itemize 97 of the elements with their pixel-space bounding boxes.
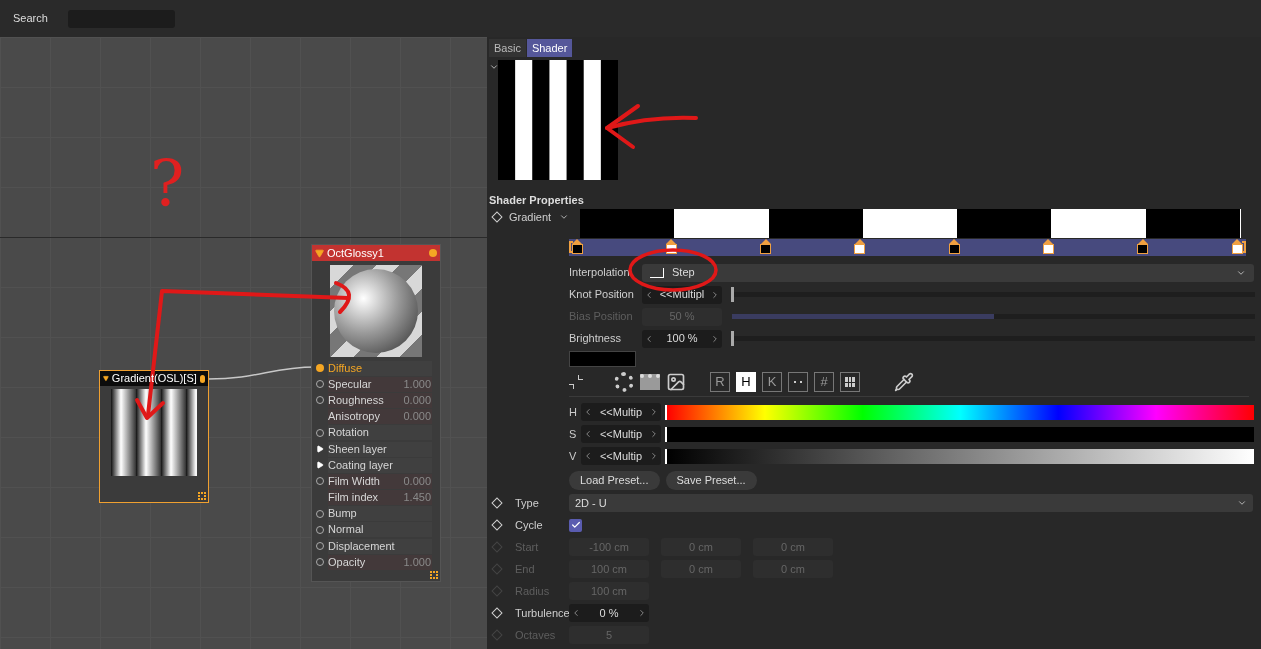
gradient-label: Gradient [508, 209, 552, 225]
resize-handle-icon[interactable] [198, 492, 206, 500]
input-port-icon[interactable] [316, 364, 324, 373]
port-label: Roughness [328, 394, 385, 406]
decrement-icon [583, 451, 593, 461]
number-field[interactable]: <<Multip [581, 447, 661, 465]
tab[interactable]: Basic [489, 39, 526, 57]
number-field[interactable]: 100 % [642, 329, 722, 348]
channel-gradient-bar[interactable] [665, 448, 1254, 464]
port-value: 0.000 [403, 475, 432, 487]
collapse-triangle-icon [103, 374, 109, 383]
decrement-icon [644, 289, 654, 300]
type-dropdown[interactable]: 2D - U [569, 494, 1253, 512]
number-field[interactable]: 0 % [569, 604, 649, 622]
output-port-icon[interactable] [199, 374, 205, 383]
dropdown-chevron-icon [1237, 498, 1247, 508]
slider[interactable] [732, 287, 1255, 302]
preset-button[interactable]: Save Preset... [665, 471, 757, 490]
section-title: Shader Properties [489, 193, 585, 207]
swatch-grid-icon[interactable] [840, 372, 860, 392]
port-label: Rotation [328, 427, 370, 439]
preset-button[interactable]: Load Preset... [569, 471, 660, 490]
channel-label: V [569, 448, 577, 464]
checkbox[interactable] [569, 518, 582, 532]
increment-icon [649, 451, 659, 461]
increment-icon [649, 429, 659, 439]
gradient-knot[interactable] [1231, 239, 1243, 255]
step-curve-icon [650, 267, 664, 278]
port-label: Film index [328, 492, 380, 504]
resize-handle-icon[interactable] [430, 571, 438, 579]
port-value: 0.000 [403, 394, 432, 406]
gradient-knot[interactable] [854, 239, 866, 255]
slider[interactable] [732, 331, 1255, 346]
port-label: Film Width [328, 475, 381, 487]
slider-thumb[interactable] [731, 331, 734, 346]
channel-gradient-bar[interactable] [665, 404, 1254, 420]
port-label: Diffuse [328, 362, 364, 374]
color-mode-button[interactable]: H [736, 372, 756, 392]
increment-icon [637, 608, 647, 618]
port-label: Specular [328, 378, 373, 390]
annotation-question-mark: ? [150, 152, 185, 216]
gradient-knot[interactable] [760, 239, 772, 255]
port-label: Displacement [328, 540, 396, 552]
knot-track[interactable] [569, 239, 1246, 256]
slider-thumb[interactable] [731, 287, 734, 302]
setting-label: Interpolation [569, 265, 631, 281]
gradient-knot[interactable] [571, 239, 583, 255]
number-field[interactable]: <<Multip [581, 403, 661, 421]
property-label: Turbulence [515, 605, 569, 621]
property-label: Type [515, 495, 540, 511]
port-value: 0.000 [403, 411, 432, 423]
interpolation-dropdown[interactable]: Step [642, 263, 1254, 282]
eyedropper-icon[interactable] [894, 372, 914, 392]
port-label: Sheen layer [328, 443, 388, 455]
tab[interactable]: Shader [526, 39, 573, 57]
port-label: Normal [328, 524, 365, 536]
node-title: OctGlossy1 [327, 247, 385, 259]
decrement-icon [583, 429, 593, 439]
decrement-icon [571, 608, 581, 618]
gradient-knot[interactable] [665, 239, 677, 255]
increment-icon [710, 333, 720, 344]
gradient-knot[interactable] [1137, 239, 1149, 255]
material-node[interactable]: OctGlossy1 Diffuse Specular 1.000 Roughness 0.000 Anisotropy 0.000 Rotation Sheen layer Coating layer Film Width 0.000 Film index 1.450 Bump Normal Displacement Opacity 1.000 [311, 244, 441, 582]
color-mixer-icon[interactable] [788, 372, 808, 392]
port-label: Anisotropy [328, 411, 381, 423]
channel-label: S [569, 426, 577, 442]
color-mode-button[interactable]: K [762, 372, 782, 392]
port-label: Bump [328, 508, 358, 520]
gradient-knot[interactable] [948, 239, 960, 255]
increment-icon [710, 289, 720, 300]
setting-label: Brightness [569, 331, 622, 347]
search-label: Search [13, 11, 48, 27]
color-mode-button[interactable]: # [814, 372, 834, 392]
port-label: Coating layer [328, 459, 394, 471]
check-icon [570, 520, 581, 530]
collapse-chevron-icon[interactable] [489, 62, 499, 72]
increment-icon [649, 407, 659, 417]
gradient-bar[interactable] [580, 209, 1241, 238]
port-value: 1.450 [403, 492, 432, 504]
collapse-triangle-icon [315, 248, 324, 258]
picture-icon[interactable] [666, 372, 686, 392]
port-value: 1.000 [403, 556, 432, 568]
setting-label: Knot Position [569, 287, 635, 303]
port-value: 1.000 [403, 378, 432, 390]
channel-label: H [569, 404, 577, 420]
decrement-icon [583, 407, 593, 417]
port-label: Opacity [328, 556, 367, 568]
color-mode-button[interactable]: R [710, 372, 730, 392]
number-field[interactable]: <<Multip [581, 425, 661, 443]
decrement-icon [644, 333, 654, 344]
property-label: Cycle [515, 517, 544, 533]
color-swatch[interactable] [569, 351, 636, 367]
gradient-knot[interactable] [1042, 239, 1054, 255]
expand-chevron-icon[interactable] [559, 212, 569, 222]
color-wheel-icon[interactable] [614, 372, 634, 392]
node-header[interactable]: OctGlossy1 [312, 245, 440, 261]
compact-view-icon[interactable] [569, 375, 583, 389]
